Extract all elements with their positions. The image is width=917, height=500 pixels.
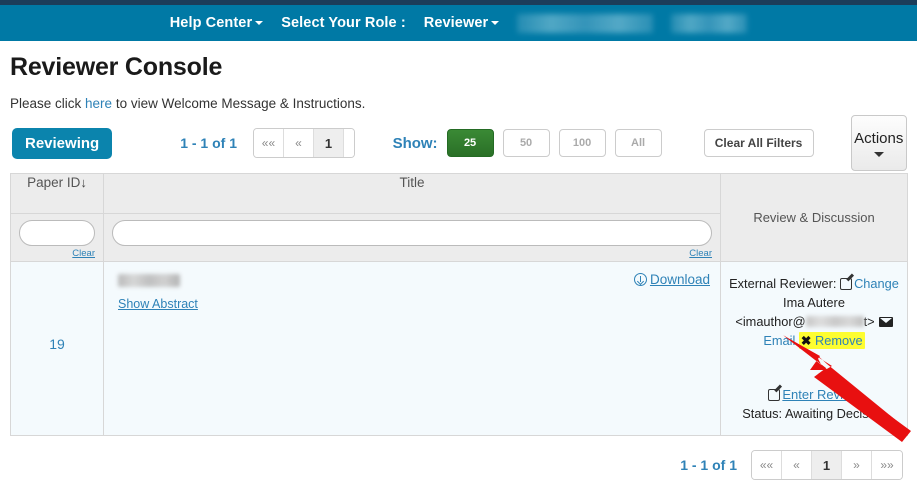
top-pagination[interactable]: «« « 1 » »» [252,128,355,158]
bottom-pager-page-1-button[interactable]: 1 [812,451,842,479]
external-reviewer-label: External Reviewer: [729,276,837,291]
results-table-container: Paper ID↓ Title Review & Discussion Clea… [0,173,917,436]
change-label: Change [854,276,899,291]
paper-id-value[interactable]: 19 [21,272,93,417]
download-link[interactable]: Download [633,272,710,287]
email-reviewer-link[interactable]: Email [763,333,795,348]
status-badge-reviewing[interactable]: Reviewing [12,127,113,159]
bottom-pager-first-button[interactable]: «« [752,451,782,479]
clear-all-filters-button[interactable]: Clear All Filters [703,129,814,157]
enter-review-link[interactable]: Enter Review [768,387,860,402]
paper-id-clear-link[interactable]: Clear [19,248,95,259]
bottom-pagination[interactable]: «« « 1 » »» [751,450,903,480]
column-header-title[interactable]: Title [103,173,721,214]
column-header-paper-id[interactable]: Paper ID↓ [10,173,104,214]
page-title: Reviewer Console [10,53,223,81]
enter-review-label: Enter Review [782,387,860,402]
nav-item-select-your-role: Select Your Role : [281,15,406,31]
reviewer-email-suffix: t> [863,314,875,329]
reviewer-email-prefix: <imauthor [735,314,793,329]
envelope-icon[interactable] [878,317,893,327]
show-25-button[interactable]: 25 [446,129,494,157]
pager-next-button[interactable]: » [343,129,354,157]
download-label: Download [649,272,710,287]
pencil-edit-icon [768,389,781,401]
close-icon: ✖ [800,334,812,348]
welcome-suffix: to view Welcome Message & Instructions. [112,96,366,111]
title-clear-link[interactable]: Clear [112,248,712,259]
welcome-here-link[interactable]: here [85,96,112,111]
filter-cell-paper-id: Clear [10,213,104,262]
change-reviewer-link[interactable]: Change [840,276,899,291]
bottom-pager-next-button[interactable]: » [842,451,872,479]
actions-label: Actions [854,129,904,147]
welcome-prefix: Please click [10,96,86,111]
cell-paper-id: 19 [10,261,104,436]
bottom-pager-prev-button[interactable]: « [782,451,812,479]
reviewer-name: Ima Autere [783,295,845,310]
chevron-down-icon [873,151,884,157]
reviewer-email-redacted [805,316,864,327]
pager-page-1-button[interactable]: 1 [313,129,344,157]
cell-title: Show Abstract Download [103,261,721,436]
show-abstract-link[interactable]: Show Abstract [118,297,198,311]
nav-item-reviewer[interactable]: Reviewer [423,15,500,31]
reviewer-actions-row: Email ✖ Remove [729,331,899,351]
top-navigation-bar: Help Center Select Your Role : Reviewer [0,5,917,41]
welcome-instructions: Please click here to view Welcome Messag… [10,96,907,111]
nav-redacted-username [517,13,654,33]
papers-table: Paper ID↓ Title Review & Discussion Clea… [10,173,908,436]
actions-dropdown-button[interactable]: Actions [850,115,907,171]
reviewer-email-at: @ [792,314,806,329]
nav-item-help-center[interactable]: Help Center [169,15,264,31]
review-status: Status: Awaiting Decision [742,406,886,421]
show-all-button[interactable]: All [614,129,662,157]
top-result-count: 1 - 1 of 1 [180,135,237,151]
enter-review-row: Enter Review [729,385,899,404]
reviewer-email-row: <imauthor@ t> [729,312,899,331]
external-reviewer-row: External Reviewer: Change [729,274,899,293]
sort-descending-icon: ↓ [80,175,87,190]
nav-reviewer-label: Reviewer [423,15,489,31]
show-50-button[interactable]: 50 [502,129,550,157]
bottom-pagination-bar: 1 - 1 of 1 «« « 1 » »» [0,436,917,480]
paper-title-redacted [118,274,180,287]
bottom-pager-last-button[interactable]: »» [872,451,902,479]
chevron-down-icon [255,21,264,26]
pager-prev-button[interactable]: « [283,129,314,157]
toolbar: Reviewing 1 - 1 of 1 «« « 1 » »» Show: 2… [0,111,917,173]
pager-first-button[interactable]: «« [253,129,284,157]
chevron-down-icon [491,21,500,26]
filter-cell-title: Clear [103,213,721,262]
bottom-result-count: 1 - 1 of 1 [680,457,737,473]
nav-help-center-label: Help Center [169,15,253,31]
remove-reviewer-highlight[interactable]: ✖ Remove [798,332,865,349]
table-row: 19 Show Abstract Download External Revie… [10,261,908,436]
review-spacer [729,351,899,385]
nav-select-role-label: Select Your Role : [281,15,406,31]
paper-id-label: Paper ID [27,175,81,190]
pencil-edit-icon [840,278,853,290]
download-icon [633,273,647,286]
remove-reviewer-link[interactable]: Remove [815,333,863,348]
paper-id-filter-input[interactable] [19,220,95,246]
cell-review-discussion: External Reviewer: Change Ima Autere <im… [720,261,908,436]
show-label: Show: [392,134,438,152]
nav-redacted-signout [671,13,748,33]
column-header-review-discussion: Review & Discussion [720,173,908,262]
page-header: Reviewer Console Please click here to vi… [0,41,917,111]
title-filter-input[interactable] [112,220,712,246]
show-100-button[interactable]: 100 [558,129,606,157]
